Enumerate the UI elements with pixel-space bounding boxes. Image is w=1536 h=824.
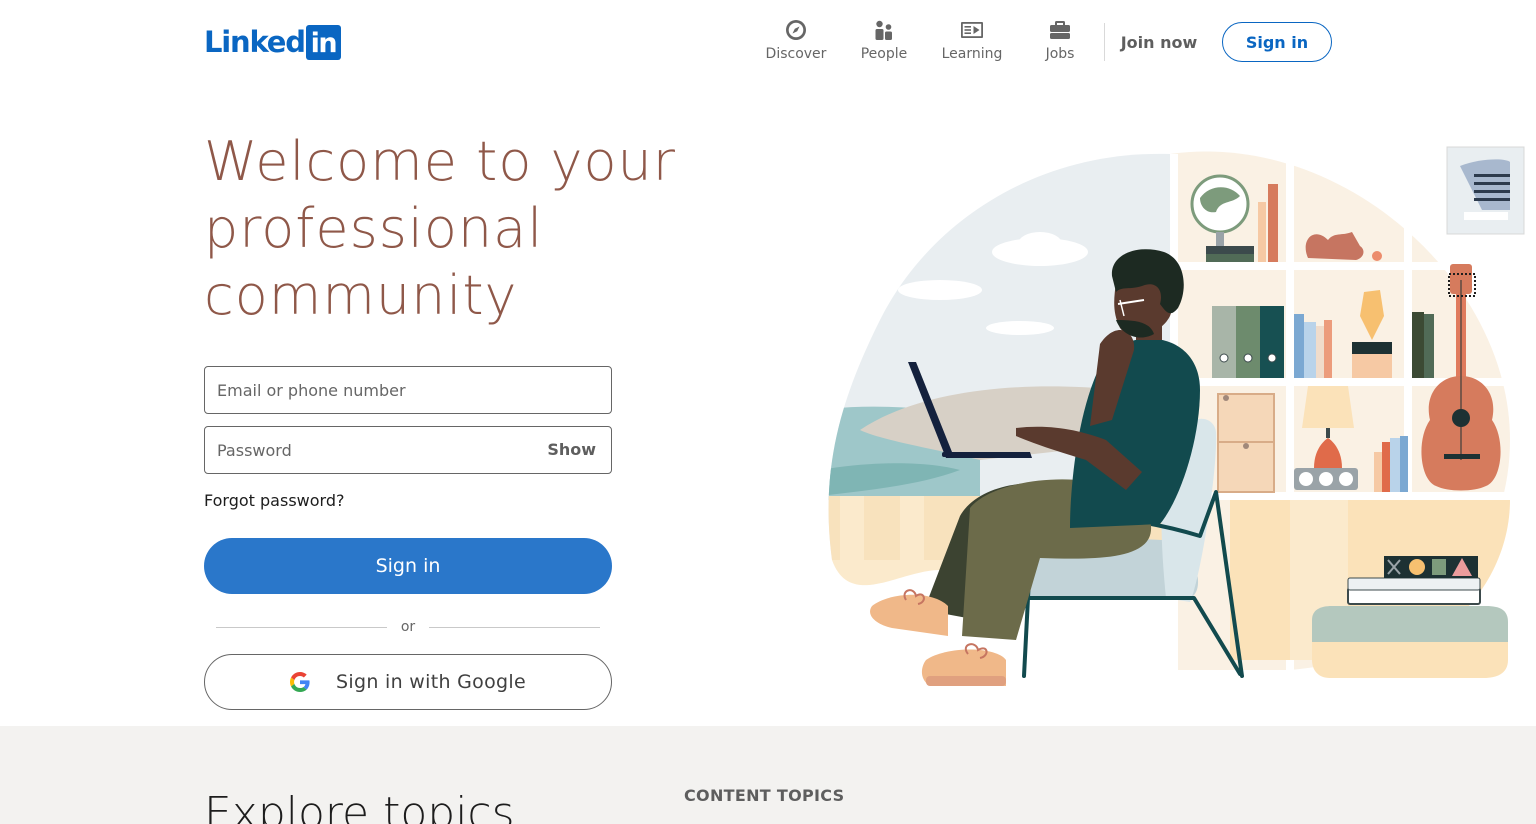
or-line-right — [429, 626, 601, 628]
sign-in-with-google-button[interactable]: Sign in with Google — [204, 654, 612, 710]
learning-icon — [961, 22, 983, 38]
show-password-button[interactable]: Show — [547, 440, 596, 460]
top-nav-bar: Linked in Discover People Learning Jobs … — [0, 0, 1536, 84]
person-with-laptop-illustration — [828, 146, 1525, 686]
join-now-link[interactable]: Join now — [1112, 22, 1206, 62]
briefcase-icon — [1050, 21, 1070, 39]
explore-topics-heading: Explore topics — [204, 788, 515, 824]
nav-people[interactable]: People — [840, 16, 928, 68]
people-icon — [875, 20, 892, 40]
nav-discover[interactable]: Discover — [752, 16, 840, 68]
nav-discover-label: Discover — [765, 46, 827, 62]
sign-in-button[interactable]: Sign in — [204, 538, 612, 594]
email-field — [204, 366, 612, 414]
nav-jobs-label: Jobs — [1045, 46, 1075, 62]
hero-headline: Welcome to your professional community — [204, 130, 676, 327]
logo-wordmark: Linked — [204, 25, 306, 59]
nav-learning-label: Learning — [941, 46, 1003, 62]
linkedin-logo[interactable]: Linked in — [204, 24, 341, 60]
content-topics-label: CONTENT TOPICS — [684, 786, 845, 805]
google-button-label: Sign in with Google — [336, 671, 526, 693]
header-sign-in-button[interactable]: Sign in — [1222, 22, 1332, 62]
nav-jobs[interactable]: Jobs — [1016, 16, 1104, 68]
google-icon — [290, 672, 310, 692]
password-field: Show — [204, 426, 612, 474]
or-line-left — [216, 626, 387, 628]
logo-in-box: in — [305, 24, 341, 60]
explore-section: Explore topics CONTENT TOPICS — [0, 726, 1536, 824]
nav-learning[interactable]: Learning — [928, 16, 1016, 68]
compass-icon — [786, 20, 806, 40]
main-nav: Discover People Learning Jobs — [752, 16, 1104, 68]
nav-divider — [1104, 23, 1105, 61]
hero-illustration — [820, 140, 1536, 696]
email-input[interactable] — [205, 367, 611, 413]
nav-people-label: People — [860, 46, 908, 62]
or-text: or — [400, 619, 416, 635]
forgot-password-link[interactable]: Forgot password? — [204, 491, 344, 511]
or-divider: or — [216, 617, 601, 637]
